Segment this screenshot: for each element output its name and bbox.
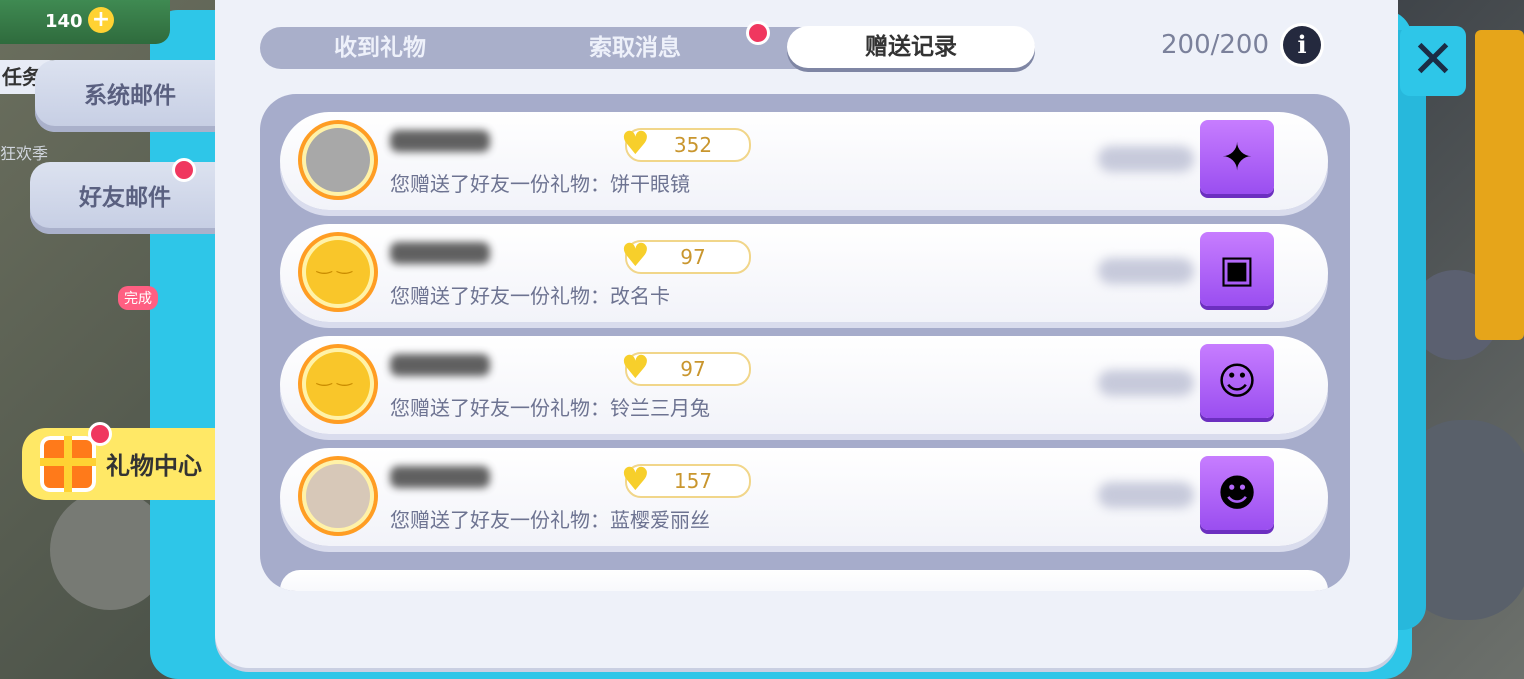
currency-bar: 140 + [0, 0, 170, 44]
currency-value: 140 [45, 11, 83, 32]
rename-card-icon[interactable]: ▣ [1200, 232, 1274, 306]
gift-name: 铃兰三月兔 [610, 396, 710, 420]
list-item: ♥ 97 您赠送了好友一份礼物：改名卡 ▣ [280, 224, 1328, 322]
record-text: 您赠送了好友一份礼物： [390, 172, 610, 196]
friend-mail-notification-dot [172, 158, 196, 182]
username-blurred [390, 242, 490, 264]
avatar [302, 236, 374, 308]
avatar [302, 348, 374, 420]
alice-costume-icon[interactable]: ☻ [1200, 456, 1274, 530]
gift-center-button[interactable]: 礼物中心 [22, 428, 222, 500]
tab-received-gifts[interactable]: 收到礼物 [260, 27, 500, 69]
heart-counter: ♥ 157 [621, 462, 751, 498]
bunny-costume-icon[interactable]: ☺ [1200, 344, 1274, 418]
tab-bar: 收到礼物 索取消息 赠送记录 [260, 21, 1035, 69]
heart-counter: ♥ 97 [621, 350, 751, 386]
list-item: ♥ 352 您赠送了好友一份礼物：饼干眼镜 ✦ [280, 112, 1328, 210]
done-badge: 完成 [118, 286, 158, 310]
friend-mail-label: 好友邮件 [79, 185, 171, 211]
username-blurred [390, 466, 490, 488]
season-text: 狂欢季 [0, 144, 49, 163]
gift-name: 改名卡 [610, 284, 670, 308]
heart-value: 97 [680, 245, 706, 269]
username-blurred [390, 130, 490, 152]
record-text: 您赠送了好友一份礼物： [390, 508, 610, 532]
bg-building [1475, 30, 1524, 340]
list-item: ♥ 97 您赠送了好友一份礼物：铃兰三月兔 ☺ [280, 336, 1328, 434]
heart-value: 157 [673, 469, 713, 493]
tab-request-messages[interactable]: 索取消息 [515, 27, 755, 69]
tab-sent-records[interactable]: 赠送记录 [787, 26, 1035, 68]
close-icon[interactable]: ✕ [1400, 26, 1466, 96]
username-blurred [390, 354, 490, 376]
record-description: 您赠送了好友一份礼物：改名卡 [390, 280, 670, 309]
gift-box-icon [40, 436, 96, 492]
avatar [302, 124, 374, 196]
sidebar-item-system-mail[interactable]: 系统邮件 [35, 60, 225, 132]
heart-value: 352 [673, 133, 713, 157]
list-item: ♥ 157 您赠送了好友一份礼物：蓝樱爱丽丝 ☻ [280, 448, 1328, 546]
gift-panel: 收到礼物 索取消息 赠送记录 200/200 i ♥ 352 您赠送了好友一份礼… [215, 0, 1398, 668]
system-mail-label: 系统邮件 [84, 83, 176, 109]
list-item-partial [280, 570, 1328, 591]
gift-name: 饼干眼镜 [610, 172, 690, 196]
blurred-info [1098, 482, 1194, 508]
gift-center-label: 礼物中心 [106, 452, 202, 480]
gift-center-notification-dot [88, 422, 112, 446]
request-notification-dot [746, 21, 770, 45]
gift-name: 蓝樱爱丽丝 [610, 508, 710, 532]
record-description: 您赠送了好友一份礼物：蓝樱爱丽丝 [390, 504, 710, 533]
record-description: 您赠送了好友一份礼物：饼干眼镜 [390, 168, 690, 197]
blurred-info [1098, 370, 1194, 396]
heart-value: 97 [680, 357, 706, 381]
heart-counter: ♥ 352 [621, 126, 751, 162]
record-text: 您赠送了好友一份礼物： [390, 396, 610, 420]
blurred-info [1098, 146, 1194, 172]
heart-counter: ♥ 97 [621, 238, 751, 274]
blurred-info [1098, 258, 1194, 284]
info-icon[interactable]: i [1283, 26, 1321, 64]
record-list[interactable]: ♥ 352 您赠送了好友一份礼物：饼干眼镜 ✦ ♥ 97 您赠送了好友一份礼物：… [260, 94, 1350, 591]
gift-count: 200/200 [1161, 30, 1270, 60]
record-description: 您赠送了好友一份礼物：铃兰三月兔 [390, 392, 710, 421]
glasses-icon[interactable]: ✦ [1200, 120, 1274, 194]
record-text: 您赠送了好友一份礼物： [390, 284, 610, 308]
plus-icon[interactable]: + [88, 7, 114, 33]
avatar [302, 460, 374, 532]
